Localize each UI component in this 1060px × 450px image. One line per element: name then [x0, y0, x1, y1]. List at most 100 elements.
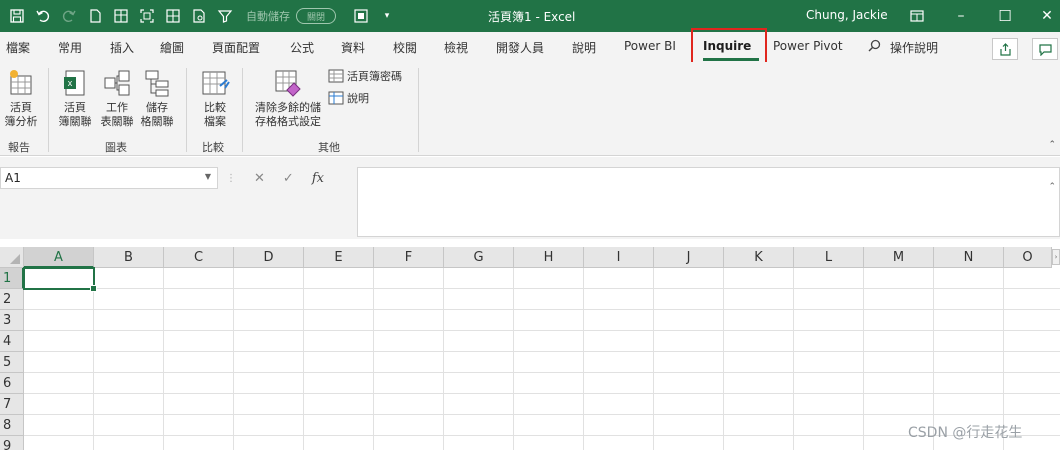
- table-icon[interactable]: [110, 5, 132, 27]
- row-header-8[interactable]: 8: [0, 415, 24, 436]
- formula-input[interactable]: ⌃: [357, 167, 1060, 237]
- insert-function-icon[interactable]: fx: [312, 171, 324, 186]
- group-separator: [186, 68, 187, 152]
- worksheet-relationship-icon: [104, 70, 130, 96]
- column-header-m[interactable]: M: [864, 247, 934, 268]
- column-header-e[interactable]: E: [304, 247, 374, 268]
- workbook-analysis-label: 活頁 簿分析: [4, 101, 38, 128]
- autosave-toggle[interactable]: 關閉: [296, 8, 336, 24]
- scroll-right-icon[interactable]: ›: [1052, 249, 1060, 265]
- tab-help[interactable]: 說明: [572, 39, 596, 56]
- name-box-value: A1: [5, 171, 21, 185]
- quick-access-toolbar: 自動儲存 關閉 ▾: [6, 0, 402, 32]
- row-header-7[interactable]: 7: [0, 394, 24, 415]
- maximize-button[interactable]: ☐: [982, 0, 1028, 32]
- title-bar: 自動儲存 關閉 ▾ 活頁簿1 - Excel Chung, Jackie – ☐…: [0, 0, 1060, 32]
- cell-relationship-button[interactable]: 儲存 格關聯: [138, 68, 176, 129]
- search-icon[interactable]: [868, 39, 881, 55]
- share-icon[interactable]: [992, 38, 1018, 60]
- collapse-ribbon-icon[interactable]: ⌃: [1048, 140, 1056, 150]
- cancel-icon[interactable]: ✕: [254, 171, 265, 186]
- column-header-c[interactable]: C: [164, 247, 234, 268]
- column-header-i[interactable]: I: [584, 247, 654, 268]
- customize-qat-icon[interactable]: ▾: [376, 5, 398, 27]
- ribbon-display-options-icon[interactable]: [894, 0, 940, 32]
- autosave-label: 自動儲存: [246, 10, 290, 23]
- undo-icon[interactable]: [32, 5, 54, 27]
- column-header-a[interactable]: A: [24, 247, 94, 268]
- new-file-icon[interactable]: [84, 5, 106, 27]
- column-header-l[interactable]: L: [794, 247, 864, 268]
- column-header-h[interactable]: H: [514, 247, 584, 268]
- tab-review[interactable]: 校閱: [393, 39, 417, 56]
- tab-home[interactable]: 常用: [58, 39, 82, 56]
- close-button[interactable]: ✕: [1024, 0, 1060, 32]
- row-header-4[interactable]: 4: [0, 331, 24, 352]
- workbook-passwords-icon: [328, 69, 344, 83]
- help-button[interactable]: 說明: [328, 90, 369, 106]
- group-separator: [418, 68, 419, 152]
- active-cell-a1[interactable]: [23, 267, 97, 292]
- column-header-f[interactable]: F: [374, 247, 444, 268]
- row-header-5[interactable]: 5: [0, 352, 24, 373]
- drag-handle-icon[interactable]: ⋮: [226, 173, 236, 184]
- name-box[interactable]: A1 ▼: [0, 167, 218, 189]
- chevron-down-icon[interactable]: ▼: [205, 172, 211, 181]
- tab-draw[interactable]: 繪圖: [160, 39, 184, 56]
- save-icon[interactable]: [6, 5, 28, 27]
- column-header-d[interactable]: D: [234, 247, 304, 268]
- workbook-relationship-button[interactable]: x 活頁 簿關聯: [56, 68, 94, 129]
- tab-view[interactable]: 檢視: [444, 39, 468, 56]
- group-separator: [48, 68, 49, 152]
- minimize-button[interactable]: –: [938, 0, 984, 32]
- workbook-analysis-button[interactable]: 活頁 簿分析: [2, 68, 40, 129]
- svg-text:x: x: [68, 78, 73, 88]
- column-header-j[interactable]: J: [654, 247, 724, 268]
- tab-insert[interactable]: 插入: [110, 39, 134, 56]
- print-preview-icon[interactable]: [188, 5, 210, 27]
- enter-icon[interactable]: ✓: [283, 171, 294, 186]
- tab-file[interactable]: 檔案: [6, 39, 30, 56]
- row-header-1[interactable]: 1: [0, 268, 24, 289]
- worksheet-relationship-label: 工作 表關聯: [100, 101, 134, 128]
- cell-area[interactable]: [24, 268, 1060, 450]
- form-icon[interactable]: [350, 5, 372, 27]
- collapse-formula-bar-icon[interactable]: ⌃: [1048, 182, 1056, 192]
- workbook-passwords-button[interactable]: 活頁簿密碼: [328, 68, 402, 84]
- select-all-button[interactable]: [0, 247, 24, 268]
- column-header-n[interactable]: N: [934, 247, 1004, 268]
- tell-me-search[interactable]: 操作說明: [890, 39, 938, 56]
- column-header-b[interactable]: B: [94, 247, 164, 268]
- tab-page-layout[interactable]: 頁面配置: [212, 39, 260, 56]
- user-name[interactable]: Chung, Jackie: [806, 8, 888, 22]
- tab-power-bi[interactable]: Power BI: [624, 39, 676, 53]
- ribbon: 活頁 簿分析 x 活頁 簿關聯 工作 表關聯 儲存 格關聯 比較 檔案 清除多餘…: [0, 62, 1060, 156]
- column-header-o[interactable]: O: [1004, 247, 1052, 268]
- row-header-3[interactable]: 3: [0, 310, 24, 331]
- compare-files-button[interactable]: 比較 檔案: [196, 68, 234, 129]
- workbook-relationship-label: 活頁 簿關聯: [58, 101, 92, 128]
- watermark: CSDN @行走花生: [908, 425, 1023, 441]
- column-header-g[interactable]: G: [444, 247, 514, 268]
- autosave-toggle-label: 關閉: [306, 12, 325, 23]
- filter-icon[interactable]: [214, 5, 236, 27]
- redo-icon[interactable]: [58, 5, 80, 27]
- workbook-relationship-icon: x: [64, 70, 85, 96]
- row-header-9[interactable]: 9: [0, 436, 24, 450]
- clean-formatting-icon: [275, 70, 301, 97]
- tab-developer[interactable]: 開發人員: [496, 39, 544, 56]
- cell-relationship-icon: [145, 70, 169, 97]
- group-separator: [242, 68, 243, 152]
- grid-icon[interactable]: [162, 5, 184, 27]
- column-header-k[interactable]: K: [724, 247, 794, 268]
- row-header-6[interactable]: 6: [0, 373, 24, 394]
- tab-formulas[interactable]: 公式: [290, 39, 314, 56]
- row-header-2[interactable]: 2: [0, 289, 24, 310]
- tab-data[interactable]: 資料: [341, 39, 365, 56]
- tab-power-pivot[interactable]: Power Pivot: [773, 39, 843, 53]
- worksheet-relationship-button[interactable]: 工作 表關聯: [98, 68, 136, 129]
- cell-relationship-label: 儲存 格關聯: [140, 101, 174, 128]
- comments-icon[interactable]: [1032, 38, 1058, 60]
- clean-excess-formatting-button[interactable]: 清除多餘的儲 存格格式設定: [250, 68, 326, 129]
- screenshot-icon[interactable]: [136, 5, 158, 27]
